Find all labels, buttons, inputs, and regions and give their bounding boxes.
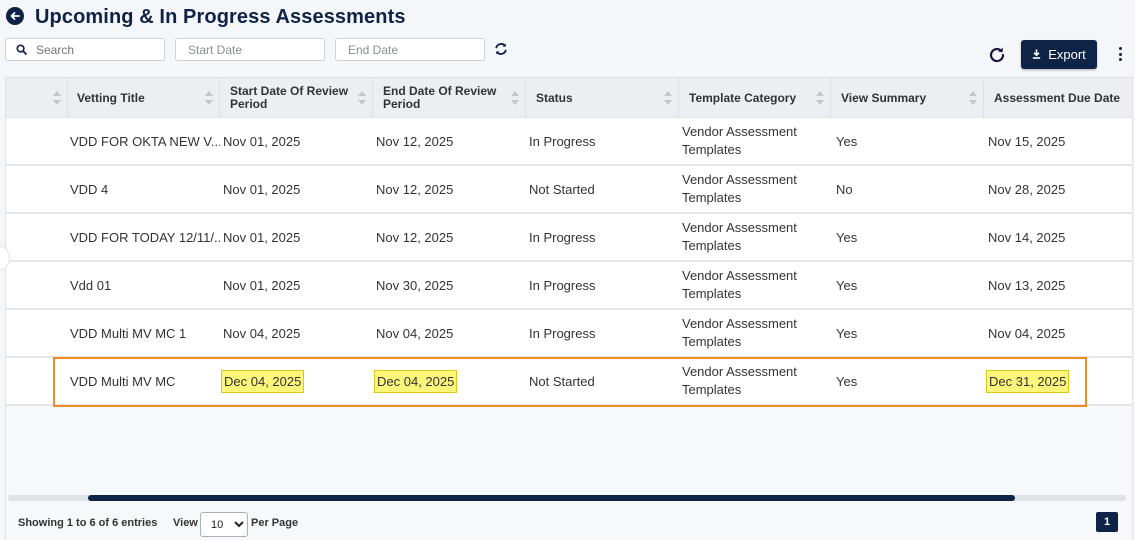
column-header-start-date[interactable]: Start Date Of Review Period [220,78,373,118]
cell-vetting-title[interactable]: VDD Multi MV MC 1 [68,310,220,356]
export-button[interactable]: Export [1021,40,1097,69]
cell-end-date: Nov 12, 2025 [376,133,454,149]
cell-vetting-title[interactable]: VDD FOR TODAY 12/11/... [68,214,220,260]
cell-end-date: Nov 30, 2025 [376,277,454,293]
cell-start-date: Nov 01, 2025 [223,277,301,293]
back-arrow-icon[interactable] [6,7,24,25]
cell-due-date: Nov 14, 2025 [988,229,1066,245]
table-row[interactable]: VDD FOR TODAY 12/11/... Nov 01, 2025 Nov… [6,214,1132,262]
assessments-table: Vetting Title Start Date Of Review Perio… [5,77,1133,540]
start-date-field[interactable] [175,38,325,61]
cell-template-category: Vendor Assessment Templates [682,268,797,301]
search-box[interactable] [5,38,165,61]
horizontal-scrollbar[interactable] [8,495,1126,501]
download-icon [1032,47,1041,62]
cell-start-date: Nov 01, 2025 [223,181,301,197]
pagination-page-1[interactable]: 1 [1096,512,1118,532]
column-header-select[interactable] [6,78,68,118]
table-body: VDD FOR OKTA NEW V... Nov 01, 2025 Nov 1… [6,118,1132,406]
cell-status: Not Started [529,181,595,197]
column-header-due-date[interactable]: Assessment Due Date [984,78,1132,118]
column-header-template-category[interactable]: Template Category [679,78,831,118]
cell-end-date-highlighted: Dec 04, 2025 [374,369,458,393]
export-label: Export [1048,47,1086,62]
sort-icon[interactable] [816,91,824,105]
column-header-view-summary[interactable]: View Summary [831,78,984,118]
cell-start-date-highlighted: Dec 04, 2025 [221,369,305,393]
page-title: Upcoming & In Progress Assessments [35,6,406,28]
cell-template-category: Vendor Assessment Templates [682,124,797,157]
cell-template-category: Vendor Assessment Templates [682,316,797,349]
refresh-icon[interactable] [987,45,1007,65]
table-row[interactable]: VDD FOR OKTA NEW V... Nov 01, 2025 Nov 1… [6,118,1132,166]
table-row[interactable]: VDD Multi MV MC Dec 04, 2025 Dec 04, 202… [6,358,1132,406]
cell-status: Not Started [529,373,595,389]
cell-end-date: Nov 12, 2025 [376,229,454,245]
table-row[interactable]: VDD Multi MV MC 1 Nov 04, 2025 Nov 04, 2… [6,310,1132,358]
cell-start-date: Nov 04, 2025 [223,325,301,341]
sort-icon[interactable] [664,91,672,105]
sort-icon[interactable] [969,91,977,105]
search-input[interactable] [36,42,156,57]
cell-due-date: Nov 04, 2025 [988,325,1066,341]
cell-due-date: Nov 13, 2025 [988,277,1066,293]
kebab-menu-icon[interactable] [1117,47,1123,61]
cell-vetting-title[interactable]: VDD Multi MV MC [68,358,220,404]
cell-view-summary[interactable]: No [832,166,985,212]
scrollbar-thumb[interactable] [88,495,1015,501]
per-page-select[interactable]: 102550100 [200,512,248,537]
end-date-field[interactable] [335,38,485,61]
reset-icon[interactable] [494,42,508,56]
entries-summary: Showing 1 to 6 of 6 entries [18,517,158,529]
cell-view-summary[interactable]: Yes [832,358,985,404]
cell-template-category: Vendor Assessment Templates [682,364,797,397]
cell-vetting-title[interactable]: Vdd 01 [68,262,220,308]
cell-view-summary[interactable]: Yes [832,118,985,164]
cell-status: In Progress [529,229,596,245]
cell-template-category: Vendor Assessment Templates [682,172,797,205]
cell-vetting-title[interactable]: VDD FOR OKTA NEW V... [68,118,220,164]
sort-icon[interactable] [53,91,61,105]
table-row[interactable]: VDD 4 Nov 01, 2025 Nov 12, 2025 Not Star… [6,166,1132,214]
cell-template-category: Vendor Assessment Templates [682,220,797,253]
column-header-status[interactable]: Status [526,78,679,118]
cell-end-date: Nov 04, 2025 [376,325,454,341]
cell-start-date: Nov 01, 2025 [223,133,301,149]
cell-due-date-highlighted: Dec 31, 2025 [986,369,1070,393]
cell-due-date: Nov 15, 2025 [988,133,1066,149]
cell-view-summary[interactable]: Yes [832,262,985,308]
sort-icon[interactable] [205,91,213,105]
table-row[interactable]: Vdd 01 Nov 01, 2025 Nov 30, 2025 In Prog… [6,262,1132,310]
table-header: Vetting Title Start Date Of Review Perio… [6,78,1132,118]
sort-icon[interactable] [358,91,366,105]
cell-vetting-title[interactable]: VDD 4 [68,166,220,212]
cell-view-summary[interactable]: Yes [832,310,985,356]
search-icon [6,44,36,55]
cell-status: In Progress [529,133,596,149]
view-label: View [173,517,198,529]
per-page-label: Per Page [251,517,299,529]
cell-view-summary[interactable]: Yes [832,214,985,260]
cell-due-date: Nov 28, 2025 [988,181,1066,197]
cell-status: In Progress [529,325,596,341]
cell-status: In Progress [529,277,596,293]
column-header-end-date[interactable]: End Date Of Review Period [373,78,526,118]
column-header-vetting-title[interactable]: Vetting Title [68,78,220,118]
sort-icon[interactable] [511,91,519,105]
cell-start-date: Nov 01, 2025 [223,229,301,245]
cell-end-date: Nov 12, 2025 [376,181,454,197]
